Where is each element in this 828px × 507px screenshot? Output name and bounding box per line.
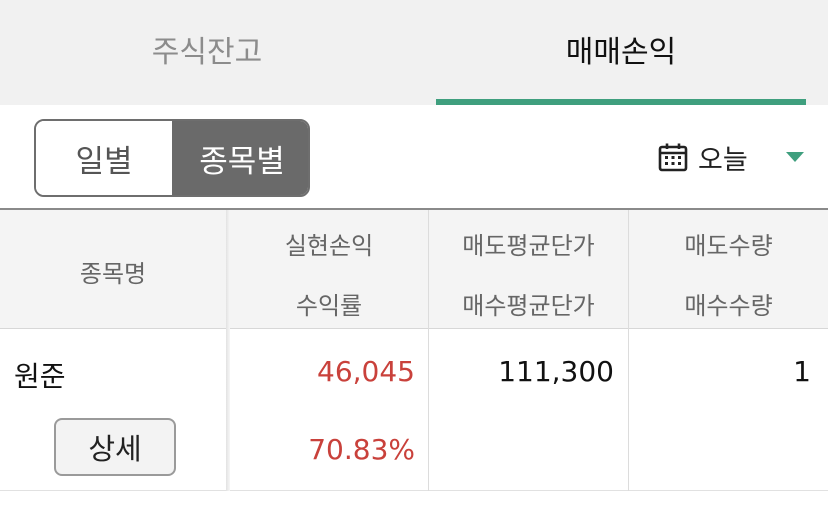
- column-divider: [226, 210, 230, 331]
- header-realized-pnl: 실현손익: [284, 232, 374, 260]
- dropdown-caret-icon[interactable]: [786, 152, 804, 162]
- table-header: 종목명 실현손익 수익률 매도평균단가 매수평균단가 매도수량 매수수량: [0, 208, 828, 331]
- header-stock-name: 종목명: [79, 260, 147, 288]
- column-divider: [628, 329, 629, 491]
- header-sell-avg-price: 매도평균단가: [462, 232, 595, 260]
- date-label: 오늘: [698, 144, 748, 176]
- sell-avg-price-value: 111,300: [498, 355, 614, 388]
- toggle-by-stock[interactable]: 종목별: [172, 121, 308, 195]
- filter-toolbar: 일별 종목별 오늘: [0, 105, 828, 208]
- tab-stock-balance[interactable]: 주식잔고: [0, 0, 414, 105]
- header-sell-qty: 매도수량: [684, 232, 773, 260]
- date-filter[interactable]: 오늘: [658, 139, 748, 176]
- calendar-icon: [658, 142, 688, 172]
- table-row[interactable]: 원준 상세 46,045 70.83% 111,300 1: [0, 329, 828, 491]
- view-toggle: 일별 종목별: [34, 119, 310, 197]
- stock-name: 원준: [14, 360, 66, 393]
- tab-trading-pnl[interactable]: 매매손익: [414, 0, 828, 105]
- return-rate-value: 70.83%: [308, 433, 415, 466]
- column-divider: [428, 329, 429, 491]
- realized-pnl-value: 46,045: [317, 355, 415, 388]
- header-buy-qty: 매수수량: [684, 292, 773, 320]
- toggle-daily[interactable]: 일별: [36, 121, 172, 195]
- column-divider: [428, 210, 429, 331]
- column-divider: [628, 210, 629, 331]
- sell-qty-value: 1: [793, 355, 811, 388]
- top-tab-bar: 주식잔고 매매손익: [0, 0, 828, 105]
- detail-button[interactable]: 상세: [54, 418, 176, 476]
- header-return-rate: 수익률: [295, 292, 363, 320]
- column-divider: [226, 329, 230, 491]
- header-buy-avg-price: 매수평균단가: [462, 292, 595, 320]
